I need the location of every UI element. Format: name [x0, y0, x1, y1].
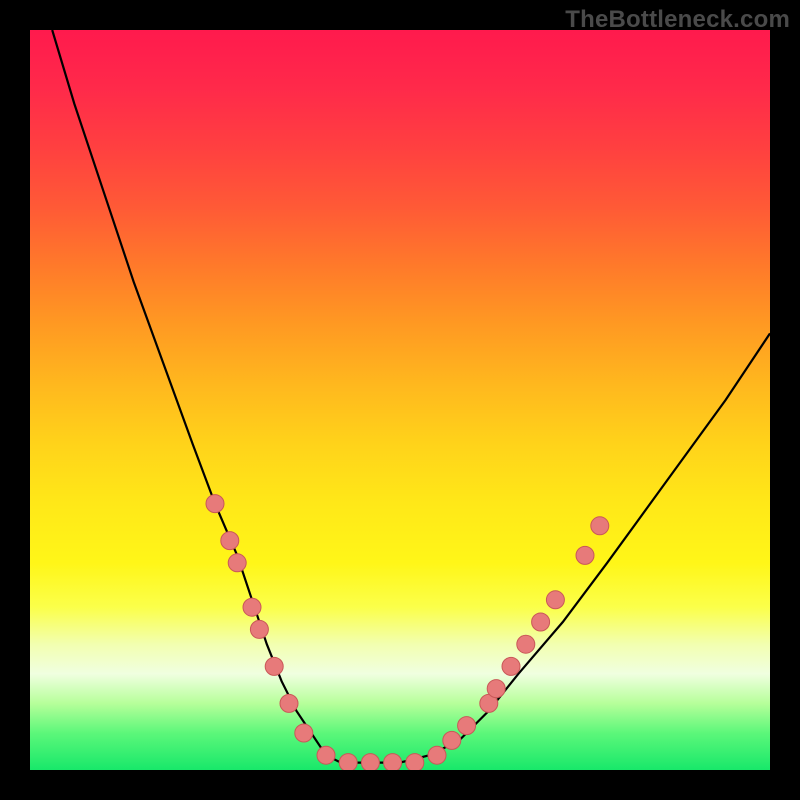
marker-dot [384, 754, 402, 770]
curve-layer [52, 30, 770, 763]
marker-dot [443, 731, 461, 749]
marker-dot [250, 620, 268, 638]
marker-dot [532, 613, 550, 631]
markers-layer [206, 495, 609, 770]
marker-dot [317, 746, 335, 764]
marker-dot [206, 495, 224, 513]
marker-dot [243, 598, 261, 616]
marker-dot [221, 532, 239, 550]
marker-dot [339, 754, 357, 770]
marker-dot [428, 746, 446, 764]
bottleneck-curve [52, 30, 770, 763]
marker-dot [361, 754, 379, 770]
marker-dot [458, 717, 476, 735]
outer-frame: TheBottleneck.com [0, 0, 800, 800]
chart-svg [30, 30, 770, 770]
marker-dot [502, 657, 520, 675]
marker-dot [406, 754, 424, 770]
marker-dot [228, 554, 246, 572]
marker-dot [517, 635, 535, 653]
marker-dot [265, 657, 283, 675]
watermark-text: TheBottleneck.com [565, 6, 790, 34]
marker-dot [591, 517, 609, 535]
marker-dot [280, 694, 298, 712]
marker-dot [487, 680, 505, 698]
plot-area [30, 30, 770, 770]
marker-dot [295, 724, 313, 742]
marker-dot [576, 546, 594, 564]
marker-dot [546, 591, 564, 609]
